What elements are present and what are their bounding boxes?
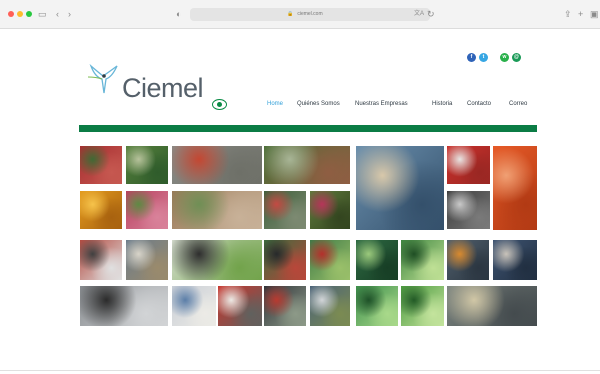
browser-window: ▭ ‹ › ◐ 🔒 ciemel.com 文A ↻ ⇪ + ▣ f t w @ … xyxy=(0,0,600,374)
translate-icon[interactable]: 文A xyxy=(414,8,424,20)
footer-divider xyxy=(0,370,600,371)
palm-leaves-photo[interactable] xyxy=(401,240,444,280)
red-pipe-spool-photo[interactable] xyxy=(447,146,490,184)
man-with-plants-photo[interactable] xyxy=(172,240,262,280)
nav-quienes-somos[interactable]: Quiénes Somos xyxy=(297,100,340,108)
red-flowers-greenhouse-photo[interactable] xyxy=(80,146,122,184)
fern-leaf-photo[interactable] xyxy=(401,286,444,326)
address-text: ciemel.com xyxy=(297,11,323,17)
nav-correo[interactable]: Correo xyxy=(509,100,527,108)
refresh-icon[interactable]: ↻ xyxy=(427,8,435,20)
lock-icon: 🔒 xyxy=(287,11,294,17)
factory-workers-photo[interactable] xyxy=(447,240,489,280)
fern-closeup-photo[interactable] xyxy=(356,286,398,326)
back-icon[interactable]: ‹ xyxy=(56,8,59,20)
twitter-icon[interactable]: t xyxy=(479,53,488,62)
header-divider-bar xyxy=(79,125,537,132)
packing-workers-photo[interactable] xyxy=(80,240,122,280)
close-window-button[interactable] xyxy=(8,11,14,17)
greenhouse-interior-photo[interactable] xyxy=(310,240,350,280)
privacy-icon[interactable]: ◐ xyxy=(176,8,181,20)
nav-historia[interactable]: Historia xyxy=(432,100,452,108)
pink-flower-field-photo[interactable] xyxy=(126,191,168,229)
address-bar[interactable]: 🔒 ciemel.com xyxy=(190,8,430,21)
forward-icon[interactable]: › xyxy=(68,8,71,20)
page-content: f t w @ Ciemel Home Quiénes Somos Nuestr… xyxy=(0,29,600,374)
zoom-window-button[interactable] xyxy=(26,11,32,17)
green-seedling-rows-photo[interactable] xyxy=(126,146,168,184)
black-pipes-photo[interactable] xyxy=(447,191,490,229)
nav-home[interactable]: Home xyxy=(267,100,283,108)
nav-contacto[interactable]: Contacto xyxy=(467,100,491,108)
fern-fronds-photo[interactable] xyxy=(356,240,398,280)
email-icon[interactable]: @ xyxy=(512,53,521,62)
red-sign-photo[interactable] xyxy=(218,286,262,326)
eye-logo-icon xyxy=(212,99,227,110)
pallets-warehouse-photo[interactable] xyxy=(447,286,537,326)
new-tab-icon[interactable]: + xyxy=(578,8,583,20)
hands-closeup-photo[interactable] xyxy=(80,286,168,326)
site-logo[interactable]: Ciemel xyxy=(122,73,204,103)
packages-photo[interactable] xyxy=(172,286,216,326)
shelving-photo[interactable] xyxy=(310,286,350,326)
greenhouse-building-photo[interactable] xyxy=(126,240,168,280)
minimize-window-button[interactable] xyxy=(17,11,23,17)
facebook-icon[interactable]: f xyxy=(467,53,476,62)
factory-line-photo[interactable] xyxy=(493,240,537,280)
whatsapp-icon[interactable]: w xyxy=(500,53,509,62)
greenhouse-road-photo[interactable] xyxy=(264,146,350,184)
green-hoses-photo[interactable] xyxy=(264,240,306,280)
dragonfly-closeup-photo[interactable] xyxy=(356,146,444,230)
orange-coil-photo[interactable] xyxy=(493,146,537,230)
workers-greenhouse-photo[interactable] xyxy=(264,191,306,229)
sidebar-icon[interactable]: ▭ xyxy=(38,8,47,20)
gravel-quarry-photo[interactable] xyxy=(172,191,262,229)
pink-blossoms-photo[interactable] xyxy=(310,191,350,229)
dragonfly-logo-icon xyxy=(87,63,118,94)
truck-yard-photo[interactable] xyxy=(172,146,262,184)
hose-reels-photo[interactable] xyxy=(264,286,306,326)
nav-nuestras-empresas[interactable]: Nuestras Empresas xyxy=(355,100,408,108)
tabs-icon[interactable]: ▣ xyxy=(590,8,599,20)
honeycomb-bee-photo[interactable] xyxy=(80,191,122,229)
share-icon[interactable]: ⇪ xyxy=(564,8,572,20)
browser-toolbar: ▭ ‹ › ◐ 🔒 ciemel.com 文A ↻ ⇪ + ▣ xyxy=(0,0,600,29)
